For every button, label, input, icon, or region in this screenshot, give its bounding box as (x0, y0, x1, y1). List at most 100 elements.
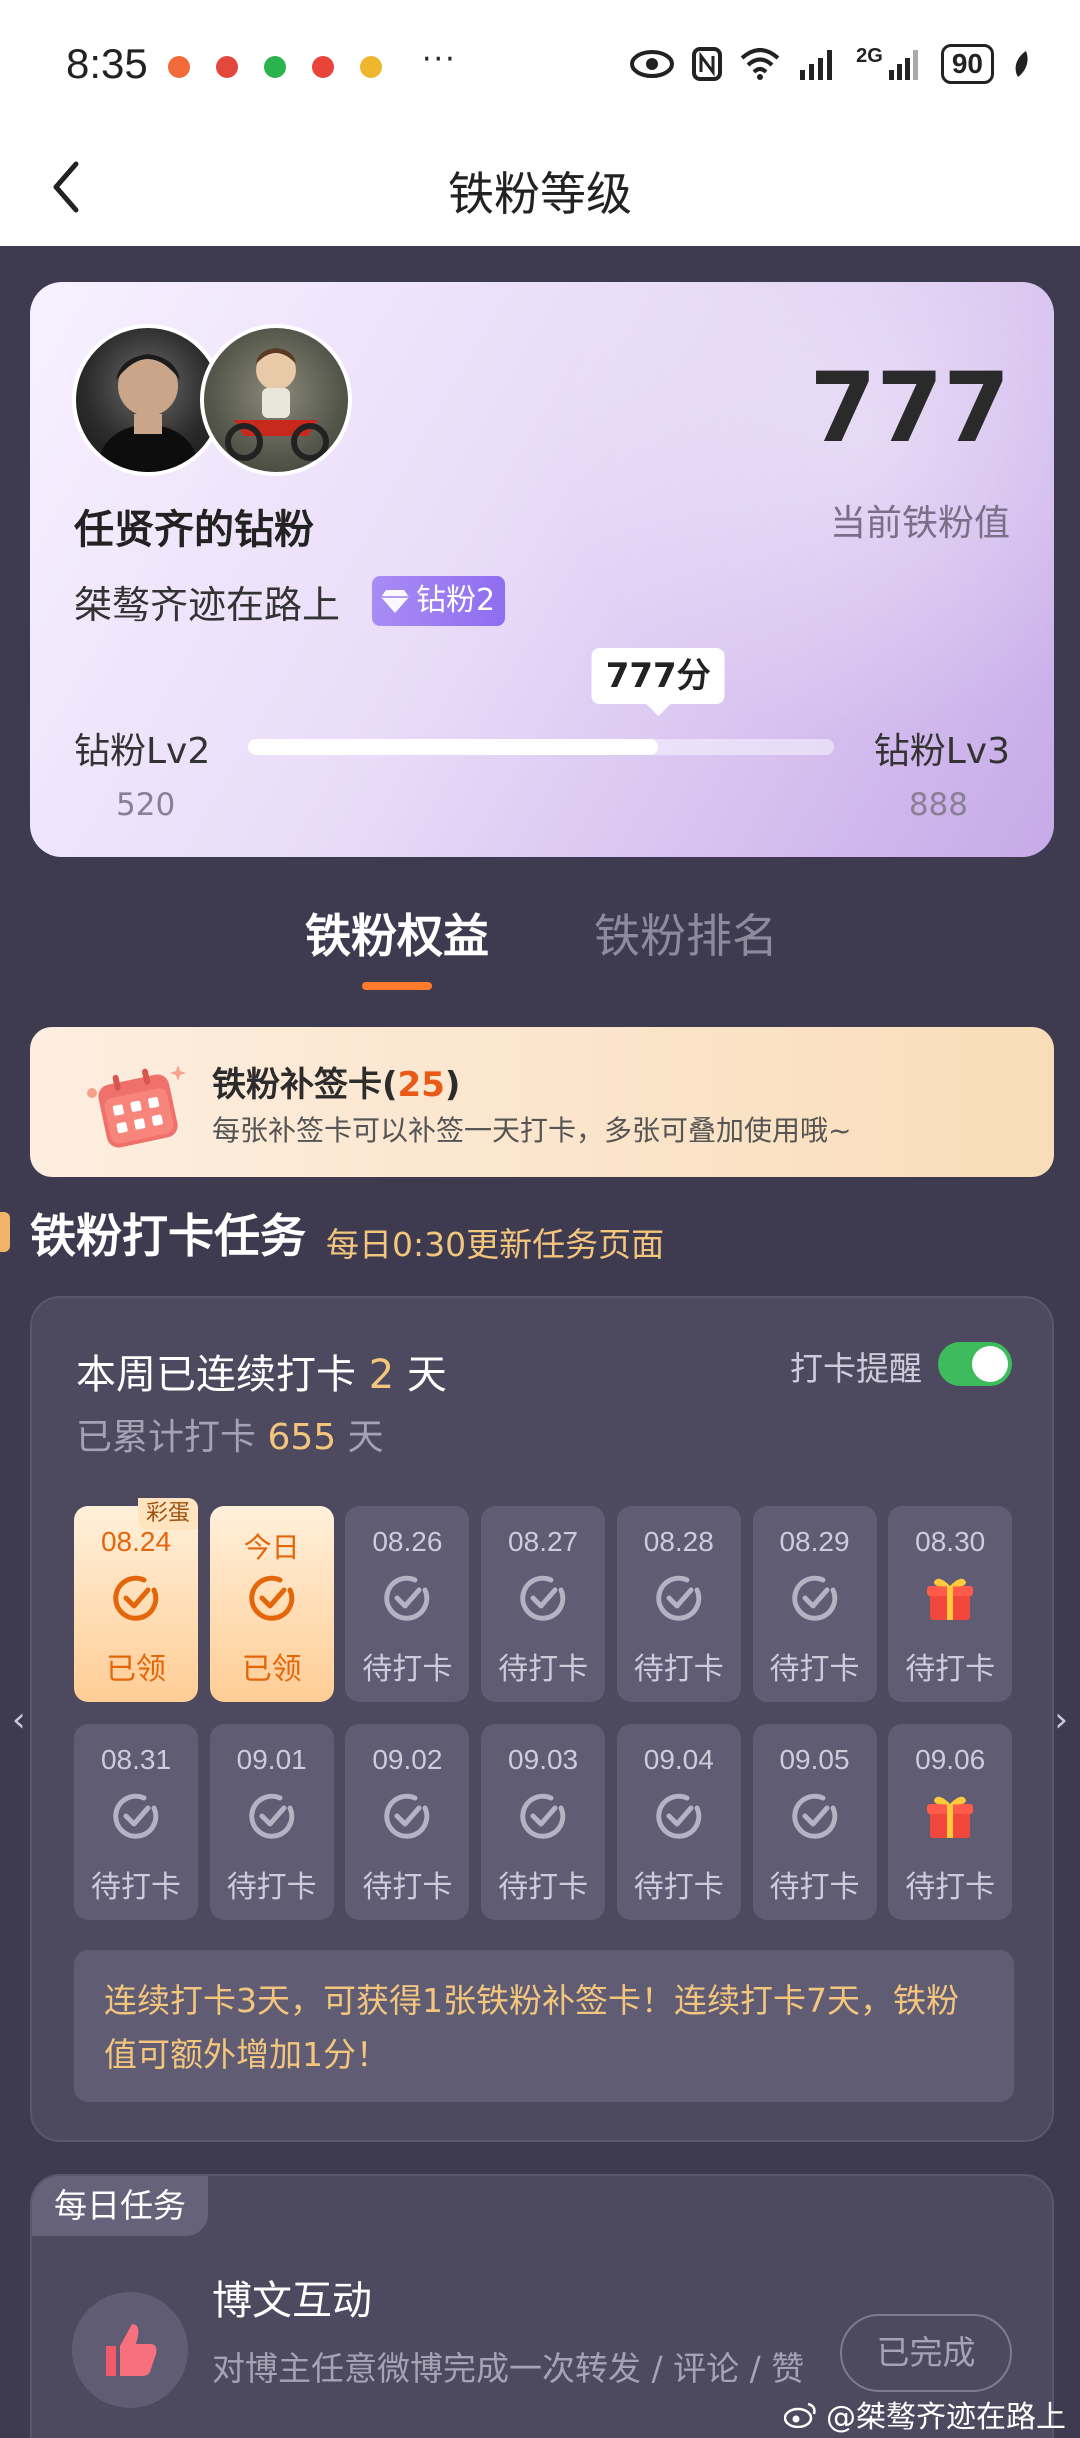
checkin-day-tile[interactable]: 09.03 待打卡 (481, 1724, 606, 1920)
check-circle-icon (520, 1793, 566, 1839)
weekly-streak: 本周已连续打卡 2 天 (76, 1352, 447, 1398)
check-circle-icon (656, 1793, 702, 1839)
gift-icon (927, 1796, 974, 1838)
leaf-icon (1015, 51, 1028, 77)
check-circle-icon (384, 1575, 430, 1621)
checkin-day-status: 待打卡 (362, 1870, 453, 1905)
check-circle-icon (113, 1793, 159, 1839)
checkin-day-tile[interactable]: 今日 已领 (209, 1506, 334, 1702)
checkin-day-status: 待打卡 (91, 1870, 181, 1905)
checkin-day-status: 已领 (106, 1652, 166, 1687)
level-progress-bar (248, 739, 834, 755)
notification-icons (168, 56, 382, 78)
task-desc: 对博主任意微博完成一次转发 / 评论 / 赞 (212, 2349, 805, 2388)
task-title: 博文互动 (212, 2278, 372, 2324)
fan-level-card: 任贤齐的钻粉 桀骜齐迹在路上 钻粉2 777 当前铁粉值 777分 钻粉Lv2 … (30, 282, 1054, 857)
checkin-day-tile[interactable]: 08.28 待打卡 (616, 1506, 741, 1702)
checkin-day-date: 08.28 (643, 1526, 714, 1557)
level-progress-fill (248, 739, 659, 755)
checkin-day-date: 09.02 (372, 1744, 443, 1775)
watermark-text: @桀骜齐迹在路上 (826, 2400, 1066, 2435)
chevron-left-icon[interactable]: ‹ (12, 1700, 26, 1740)
checkin-day-date: 08.26 (372, 1526, 443, 1557)
checkin-day-status: 待打卡 (905, 1652, 996, 1687)
weibo-logo-icon (784, 2402, 816, 2428)
signal-icon-2 (888, 50, 918, 80)
check-circle-icon (791, 1793, 837, 1839)
checkin-day-date: 09.06 (915, 1744, 986, 1775)
makeup-card-title: 铁粉补签卡(25) (212, 1065, 461, 1105)
motorcycle-doll-icon (225, 348, 329, 461)
checkin-day-tile[interactable]: 08.27 待打卡 (481, 1506, 606, 1702)
checkin-day-tile[interactable]: 08.24 已领 彩蛋 (74, 1498, 198, 1702)
daily-tasks-tag: 每日任务 (32, 2176, 208, 2236)
makeup-card-count: 25 (397, 1065, 445, 1105)
checkin-day-tile[interactable]: 09.01 待打卡 (209, 1724, 334, 1920)
checkin-day-status: 待打卡 (633, 1870, 724, 1905)
tab-fan-benefits[interactable]: 铁粉权益 (305, 900, 489, 966)
fan-level-badge[interactable]: 钻粉2 (372, 576, 506, 626)
network-type: 2G (856, 44, 883, 67)
checkin-day-date: 09.05 (779, 1744, 850, 1775)
checkin-day-date: 08.29 (779, 1526, 850, 1557)
check-circle-icon (384, 1793, 430, 1839)
system-indicators: 2G 90 (630, 44, 1030, 84)
checkin-day-date: 08.31 (100, 1744, 172, 1775)
checkin-day-date: 09.03 (508, 1744, 579, 1775)
battery-indicator: 90 (940, 44, 994, 84)
checkin-day-tile[interactable]: 08.26 待打卡 (345, 1506, 470, 1702)
total-checkins: 已累计打卡 655 天 (76, 1417, 384, 1458)
checkin-day-status: 待打卡 (633, 1652, 724, 1687)
checkin-day-status: 待打卡 (226, 1870, 317, 1905)
check-circle-active-icon (113, 1575, 159, 1621)
status-time: 8:35 (66, 40, 148, 87)
checkin-day-date: 08.24 (100, 1526, 172, 1557)
check-circle-active-icon (248, 1575, 294, 1621)
check-circle-icon (656, 1575, 702, 1621)
checkin-day-tile[interactable]: 08.30 待打卡 (888, 1506, 1013, 1702)
tab-fan-ranking[interactable]: 铁粉排名 (594, 900, 778, 966)
checkin-day-tile[interactable]: 09.05 待打卡 (752, 1724, 877, 1920)
checkin-day-status: 待打卡 (905, 1870, 996, 1905)
checkin-day-tile[interactable]: 09.02 待打卡 (345, 1724, 470, 1920)
checkin-day-date: 今日 (243, 1532, 300, 1563)
current-level-value: 520 (116, 787, 176, 823)
more-notifications-icon: ··· (422, 42, 457, 77)
status-bar: 8:35 ··· 2G 90 (0, 0, 1080, 130)
checkin-day-status: 待打卡 (769, 1652, 860, 1687)
tab-indicator (362, 982, 432, 990)
current-level-label: 钻粉Lv2 (74, 731, 211, 772)
notification-app-icon (168, 56, 190, 78)
check-circle-icon (248, 1793, 294, 1839)
username: 桀骜齐迹在路上 (74, 583, 341, 627)
easter-egg-tag: 彩蛋 (137, 1498, 198, 1530)
fan-level-badge-label: 钻粉2 (416, 583, 496, 618)
makeup-card-banner[interactable]: 铁粉补签卡(25) 每张补签卡可以补签一天打卡，多张可叠加使用哦~ (30, 1027, 1054, 1177)
checkin-day-tile[interactable]: 09.06 待打卡 (888, 1724, 1013, 1920)
checkin-reminder-toggle[interactable] (938, 1342, 1012, 1386)
calendar-icon (87, 1065, 186, 1148)
checkin-day-status: 待打卡 (498, 1870, 589, 1905)
check-circle-icon (520, 1575, 566, 1621)
wifi-icon (740, 48, 780, 80)
checkin-day-date: 08.27 (508, 1526, 579, 1557)
signal-icon (800, 50, 833, 80)
notification-app-icon (264, 56, 286, 78)
checkin-day-status: 待打卡 (498, 1652, 589, 1687)
check-circle-icon (791, 1575, 837, 1621)
checkin-section-title: 铁粉打卡任务 (30, 1209, 306, 1263)
progress-bubble: 777分 (591, 648, 725, 716)
checkin-day-tile[interactable]: 08.29 待打卡 (752, 1506, 877, 1702)
task-status-button[interactable]: 已完成 (840, 2314, 1012, 2392)
weekly-streak-days: 2 (368, 1352, 395, 1398)
checkin-day-date: 09.01 (236, 1744, 307, 1775)
checkin-day-tile[interactable]: 08.31 待打卡 (74, 1724, 198, 1920)
checkin-day-date: 09.04 (643, 1744, 714, 1775)
user-avatar[interactable] (200, 324, 352, 476)
eye-icon (630, 50, 675, 78)
fan-score-label: 当前铁粉值 (829, 503, 1010, 544)
chevron-right-icon[interactable]: › (1054, 1700, 1068, 1740)
checkin-card: 本周已连续打卡 2 天 已累计打卡 655 天 打卡提醒 08.24 已领 彩蛋 今日… (30, 1296, 1054, 2142)
notification-app-icon (216, 56, 238, 78)
checkin-day-tile[interactable]: 09.04 待打卡 (616, 1724, 741, 1920)
